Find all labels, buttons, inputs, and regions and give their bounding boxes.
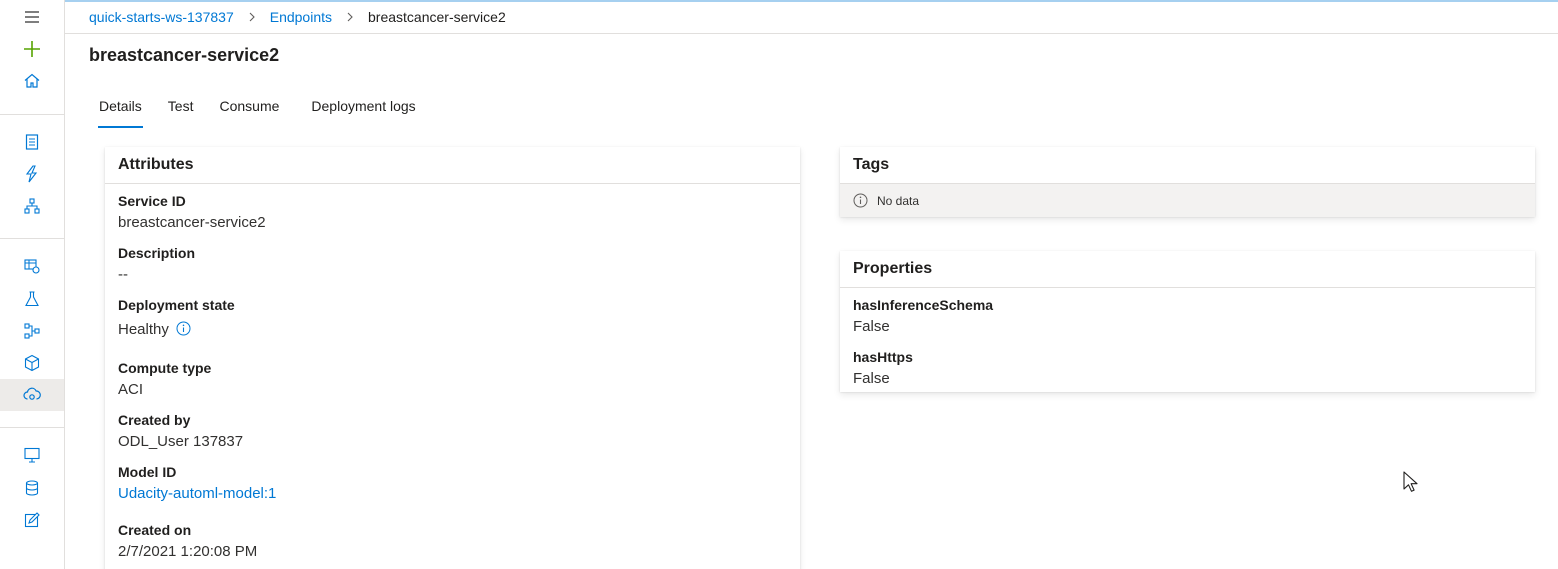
model-id-link[interactable]: Udacity-automl-model:1 bbox=[118, 484, 276, 504]
designer-icon[interactable] bbox=[20, 194, 44, 218]
page-title: breastcancer-service2 bbox=[89, 45, 280, 65]
add-icon[interactable] bbox=[20, 37, 44, 61]
attributes-card: Attributes Service ID breastcancer-servi… bbox=[105, 147, 800, 569]
service-id-label: Service ID bbox=[118, 193, 186, 209]
experiments-icon[interactable] bbox=[20, 287, 44, 311]
model-id-label: Model ID bbox=[118, 464, 177, 480]
description-label: Description bbox=[118, 245, 196, 261]
info-icon bbox=[853, 193, 868, 208]
home-icon[interactable] bbox=[20, 69, 44, 93]
chevron-right-icon bbox=[345, 9, 355, 25]
rail-divider bbox=[0, 427, 64, 428]
created-on-label: Created on bbox=[118, 522, 192, 538]
compute-type-value: ACI bbox=[118, 381, 144, 398]
tags-empty-text: No data bbox=[877, 193, 920, 208]
compute-type-label: Compute type bbox=[118, 360, 212, 376]
deployment-state-value: Healthy bbox=[118, 321, 169, 338]
property-label: hasInferenceSchema bbox=[853, 297, 994, 313]
tab-consume[interactable]: Consume bbox=[209, 96, 289, 128]
tab-details[interactable]: Details bbox=[89, 96, 152, 128]
description-field: Description -- bbox=[118, 244, 195, 285]
properties-card: Properties hasInferenceSchema False hasH… bbox=[840, 251, 1535, 392]
property-has-inference-schema: hasInferenceSchema False bbox=[853, 296, 993, 337]
rail-divider bbox=[0, 238, 64, 239]
notebooks-icon[interactable] bbox=[20, 130, 44, 154]
service-id-field: Service ID breastcancer-service2 bbox=[118, 192, 266, 233]
breadcrumb: quick-starts-ws-137837 Endpoints breastc… bbox=[65, 0, 1558, 34]
info-icon[interactable] bbox=[176, 321, 191, 336]
model-id-field: Model ID Udacity-automl-model:1 bbox=[118, 463, 276, 504]
created-on-field: Created on 2/7/2021 1:20:08 PM bbox=[118, 521, 257, 562]
deployment-state-label: Deployment state bbox=[118, 297, 235, 313]
left-nav-rail bbox=[0, 0, 65, 569]
deployment-state-row: Healthy bbox=[118, 320, 235, 340]
breadcrumb-current: breastcancer-service2 bbox=[368, 8, 506, 25]
property-value: False bbox=[853, 318, 890, 335]
hamburger-menu-icon[interactable] bbox=[20, 5, 44, 29]
attributes-card-title: Attributes bbox=[105, 147, 800, 184]
pipelines-icon[interactable] bbox=[20, 319, 44, 343]
tags-card-title: Tags bbox=[840, 147, 1535, 184]
created-by-field: Created by ODL_User 137837 bbox=[118, 411, 243, 452]
endpoints-icon[interactable] bbox=[20, 383, 44, 407]
rail-divider bbox=[0, 114, 64, 115]
created-by-label: Created by bbox=[118, 412, 191, 428]
tab-test[interactable]: Test bbox=[158, 96, 204, 128]
data-labeling-icon[interactable] bbox=[20, 508, 44, 532]
description-value: -- bbox=[118, 266, 128, 283]
property-has-https: hasHttps False bbox=[853, 348, 913, 389]
chevron-right-icon bbox=[247, 9, 257, 25]
datastores-icon[interactable] bbox=[20, 476, 44, 500]
breadcrumb-endpoints-link[interactable]: Endpoints bbox=[270, 9, 332, 25]
breadcrumb-workspace-link[interactable]: quick-starts-ws-137837 bbox=[89, 9, 234, 25]
datasets-icon[interactable] bbox=[20, 254, 44, 278]
created-by-value: ODL_User 137837 bbox=[118, 433, 244, 450]
compute-icon[interactable] bbox=[20, 443, 44, 467]
deployment-state-field: Deployment state Healthy bbox=[118, 296, 235, 340]
compute-type-field: Compute type ACI bbox=[118, 359, 211, 400]
property-value: False bbox=[853, 370, 890, 387]
tab-deployment-logs[interactable]: Deployment logs bbox=[301, 96, 425, 128]
properties-card-title: Properties bbox=[840, 251, 1535, 288]
property-label: hasHttps bbox=[853, 349, 913, 365]
tags-card: Tags No data bbox=[840, 147, 1535, 217]
mouse-cursor-icon bbox=[1403, 471, 1418, 492]
models-icon[interactable] bbox=[20, 351, 44, 375]
tags-empty-message: No data bbox=[840, 184, 1535, 217]
created-on-value: 2/7/2021 1:20:08 PM bbox=[118, 543, 258, 560]
service-id-value: breastcancer-service2 bbox=[118, 214, 266, 231]
tab-bar: Details Test Consume Deployment logs bbox=[89, 96, 432, 128]
automl-icon[interactable] bbox=[20, 162, 44, 186]
